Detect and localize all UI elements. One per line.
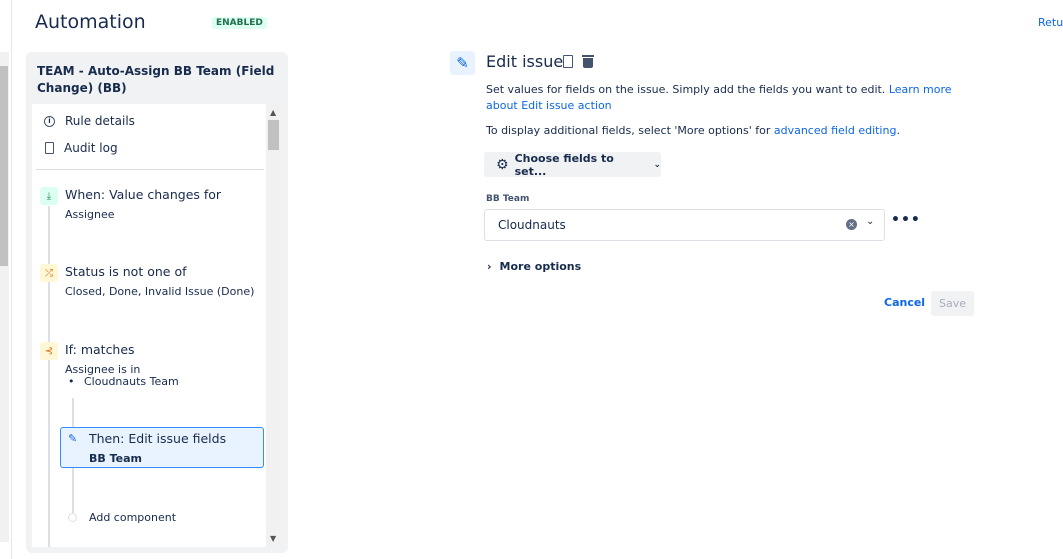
pencil-icon: ✎: [450, 51, 475, 75]
divider: [36, 169, 264, 170]
scroll-up-icon[interactable]: ▲: [270, 108, 276, 117]
menu-audit-log[interactable]: Audit log: [44, 141, 118, 155]
pencil-icon: ✎: [68, 432, 78, 445]
step-title: Status is not one of: [65, 264, 187, 279]
step-action-selected[interactable]: ✎ Then: Edit issue fields BB Team: [60, 427, 264, 468]
menu-label: Audit log: [64, 141, 118, 155]
clear-icon[interactable]: ×: [846, 219, 857, 230]
add-component-button[interactable]: Add component: [89, 511, 176, 524]
step-detail: Assignee: [65, 208, 115, 221]
editor-title: Edit issue: [486, 52, 564, 71]
step-title: When: Value changes for: [65, 187, 222, 202]
chevron-right-icon: ›: [487, 260, 492, 273]
editor-hint-end: .: [896, 124, 900, 137]
menu-label: Rule details: [65, 114, 135, 128]
trigger-icon: ⤓: [40, 187, 58, 205]
more-options-toggle[interactable]: › More options: [487, 260, 581, 273]
panel-scrollbar[interactable]: [266, 104, 282, 547]
rule-panel: [32, 104, 266, 547]
bb-team-select[interactable]: Cloudnauts × ⌄: [484, 209, 885, 241]
save-button[interactable]: Save: [931, 291, 974, 316]
chevron-down-icon[interactable]: ⌄: [866, 216, 874, 227]
step-bullet: Cloudnauts Team: [84, 375, 179, 388]
cancel-button[interactable]: Cancel: [884, 296, 925, 309]
return-link[interactable]: Retu: [1038, 16, 1063, 29]
gear-icon: ⚙: [496, 156, 509, 173]
editor-description: Set values for fields on the issue. Simp…: [486, 83, 889, 96]
step-title: Then: Edit issue fields: [89, 431, 227, 446]
branch-icon: ⊰: [40, 342, 58, 360]
step-detail: BB Team: [89, 452, 142, 465]
choose-fields-button[interactable]: ⚙ Choose fields to set... ⌄: [484, 151, 661, 178]
delete-icon[interactable]: [582, 55, 594, 68]
status-badge: ENABLED: [212, 17, 267, 29]
copy-icon[interactable]: [563, 55, 573, 68]
add-node-icon: [68, 513, 77, 522]
page-scrollbar-thumb[interactable]: [0, 66, 8, 266]
panel-scrollbar-thumb[interactable]: [268, 120, 279, 150]
more-actions-icon[interactable]: •••: [891, 212, 921, 228]
document-icon: [45, 142, 54, 154]
divider: [11, 0, 12, 559]
editor-hint: To display additional fields, select 'Mo…: [486, 124, 774, 137]
field-label: BB Team: [486, 194, 530, 204]
more-options-label: More options: [499, 260, 582, 273]
flow-line: [48, 206, 50, 547]
step-detail: Closed, Done, Invalid Issue (Done): [65, 285, 255, 298]
scroll-down-icon[interactable]: ▼: [270, 534, 276, 543]
condition-icon: ⤮: [40, 264, 58, 282]
field-value: Cloudnauts: [498, 218, 566, 232]
step-title: If: matches: [65, 342, 135, 357]
info-icon: i: [44, 115, 55, 127]
page-title: Automation: [35, 11, 146, 33]
choose-fields-label: Choose fields to set...: [514, 151, 614, 178]
advanced-editing-link[interactable]: advanced field editing: [774, 124, 897, 137]
chevron-down-icon: ⌄: [653, 159, 661, 170]
rule-name: TEAM - Auto-Assign BB Team (Field Change…: [37, 64, 275, 95]
menu-rule-details[interactable]: i Rule details: [44, 114, 135, 128]
